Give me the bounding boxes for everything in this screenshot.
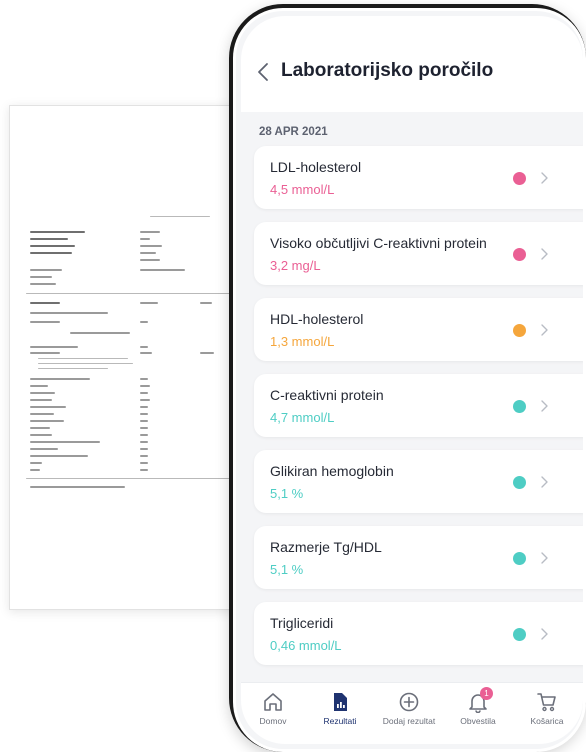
result-card[interactable]: HDL-holesterol 1,3 mmol/L — [254, 298, 583, 361]
tab-label: Dodaj rezultat — [382, 716, 436, 726]
result-value: 4,5 mmol/L — [270, 182, 335, 197]
chevron-right-icon — [541, 172, 548, 184]
report-date: 28 APR 2021 — [259, 126, 328, 138]
bottom-tab-bar: Domov Rezultati Dodaj rezultat 1 Obvestila Ko… — [241, 682, 583, 744]
chevron-right-icon — [541, 552, 548, 564]
result-name: C-reaktivni protein — [270, 387, 384, 403]
tab-domov[interactable]: Domov — [241, 691, 305, 726]
tab-label: Rezultati — [323, 716, 357, 726]
tab-košarica[interactable]: Košarica — [515, 691, 579, 726]
chevron-right-icon — [541, 476, 548, 488]
tab-label: Domov — [259, 716, 287, 726]
notification-badge: 1 — [480, 687, 493, 700]
phone-frame: Laboratorijsko poročilo 28 APR 2021 LDL-… — [229, 4, 586, 752]
result-name: Glikiran hemoglobin — [270, 463, 394, 479]
result-card[interactable]: LDL-holesterol 4,5 mmol/L — [254, 146, 583, 209]
chevron-right-icon — [541, 248, 548, 260]
tab-label: Obvestila — [460, 716, 496, 726]
chevron-right-icon — [541, 324, 548, 336]
app-screen: Laboratorijsko poročilo 28 APR 2021 LDL-… — [241, 16, 583, 744]
phone-bezel: Laboratorijsko poročilo 28 APR 2021 LDL-… — [233, 8, 586, 752]
chevron-right-icon — [541, 628, 548, 640]
status-dot-icon — [513, 324, 526, 337]
page-title: Laboratorijsko poročilo — [281, 60, 494, 81]
result-name: Razmerje Tg/HDL — [270, 539, 382, 555]
result-value: 5,1 % — [270, 486, 304, 501]
result-card[interactable]: Visoko občutljivi C-reaktivni protein 3,2… — [254, 222, 583, 285]
result-name: Visoko občutljivi C-reaktivni protein — [270, 235, 487, 251]
bell-icon — [446, 691, 510, 713]
result-name: LDL-holesterol — [270, 159, 362, 175]
status-dot-icon — [513, 172, 526, 185]
tab-obvestila[interactable]: 1 Obvestila — [446, 687, 510, 726]
result-value: 1,3 mmol/L — [270, 334, 335, 349]
home-icon — [241, 691, 305, 713]
status-dot-icon — [513, 476, 526, 489]
result-card[interactable]: Razmerje Tg/HDL 5,1 % — [254, 526, 583, 589]
tab-rezultati[interactable]: Rezultati — [308, 691, 372, 726]
result-name: Trigliceridi — [270, 615, 334, 631]
status-dot-icon — [513, 248, 526, 261]
chevron-right-icon — [541, 400, 548, 412]
status-dot-icon — [513, 552, 526, 565]
result-card[interactable]: Trigliceridi 0,46 mmol/L — [254, 602, 583, 665]
status-dot-icon — [513, 400, 526, 413]
result-name: HDL-holesterol — [270, 311, 364, 327]
app-header: Laboratorijsko poročilo — [241, 16, 583, 112]
result-card[interactable]: Glikiran hemoglobin 5,1 % — [254, 450, 583, 513]
result-value: 3,2 mg/L — [270, 258, 321, 273]
results-icon — [308, 691, 372, 713]
tab-dodaj-rezultat[interactable]: Dodaj rezultat — [377, 691, 441, 726]
result-value: 5,1 % — [270, 562, 304, 577]
plus-circle-icon — [377, 691, 441, 713]
result-value: 0,46 mmol/L — [270, 638, 342, 653]
result-card[interactable]: C-reaktivni protein 4,7 mmol/L — [254, 374, 583, 437]
results-list: LDL-holesterol 4,5 mmol/L Visoko občutljiv… — [254, 146, 583, 678]
status-dot-icon — [513, 628, 526, 641]
back-arrow-icon[interactable] — [255, 60, 273, 84]
tab-label: Košarica — [530, 716, 564, 726]
cart-icon — [515, 691, 579, 713]
result-value: 4,7 mmol/L — [270, 410, 335, 425]
